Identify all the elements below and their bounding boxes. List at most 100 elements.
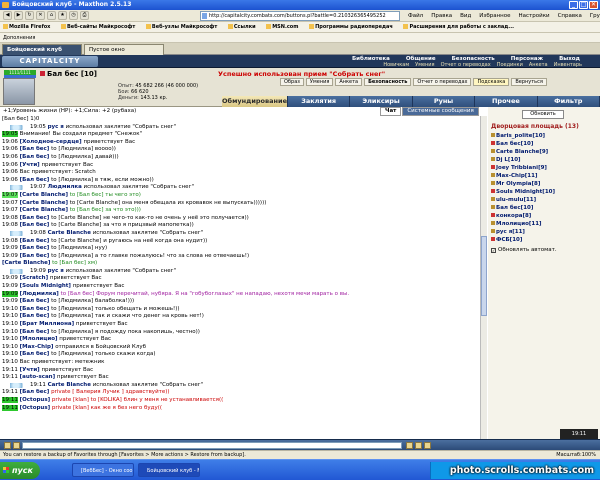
- bookmark-item[interactable]: Веб-узлы Майкрософт: [145, 24, 217, 30]
- message-author[interactable]: [Max-Chip]: [20, 344, 54, 350]
- translit-icon[interactable]: [415, 442, 422, 449]
- menu-edit[interactable]: Правка: [431, 10, 452, 22]
- message-author[interactable]: [Бал бес]: [20, 306, 50, 312]
- message-time[interactable]: 19:11: [2, 366, 18, 373]
- message-author[interactable]: [Бал бес]: [20, 329, 50, 335]
- avatar[interactable]: 1111/1111: [3, 70, 36, 105]
- print-icon[interactable]: ⎙: [80, 11, 89, 20]
- tab-equipment[interactable]: Обмундирование: [222, 96, 288, 107]
- bookmark-item[interactable]: MSN.com: [266, 24, 298, 30]
- message-author[interactable]: [Бал бес]: [20, 222, 50, 228]
- tab-filter[interactable]: Фильтр: [538, 96, 600, 107]
- tab-chat[interactable]: Чат: [380, 107, 402, 116]
- message-time[interactable]: 19:11: [2, 404, 18, 411]
- online-user[interactable]: ulu-mulu[11]: [491, 196, 599, 204]
- history-icon[interactable]: ◷: [69, 11, 78, 20]
- bookmark-item[interactable]: Mozilla Firefox: [3, 24, 50, 30]
- menu-favorites[interactable]: Избранное: [479, 10, 510, 22]
- message-time[interactable]: 19:09: [2, 290, 18, 297]
- message-author[interactable]: [Млолицио]: [20, 336, 58, 342]
- message-author[interactable]: [Холодное-сердце]: [20, 139, 82, 145]
- menu-help[interactable]: Справка: [558, 10, 582, 22]
- chat-input[interactable]: [22, 442, 402, 449]
- addons-button[interactable]: Дополнения: [3, 35, 35, 41]
- message-author[interactable]: [Учти]: [20, 367, 40, 373]
- forward-icon[interactable]: ▶: [14, 11, 23, 20]
- message-author[interactable]: [auto-scan]: [20, 374, 56, 380]
- message-author[interactable]: [Carte Blanche]: [20, 200, 68, 206]
- clear-icon[interactable]: [13, 442, 20, 449]
- bookmark-item[interactable]: Ссылки: [227, 24, 256, 30]
- message-author[interactable]: Людмилка: [48, 184, 82, 190]
- favorites-icon[interactable]: ★: [58, 11, 67, 20]
- hint-button[interactable]: Подсказка: [473, 78, 510, 86]
- message-author[interactable]: [Carte Blanche]: [2, 260, 50, 266]
- message-time[interactable]: 19:07: [2, 199, 18, 206]
- message-time[interactable]: 19:05: [2, 131, 18, 138]
- message-time[interactable]: 19:06: [2, 176, 18, 183]
- message-author[interactable]: [Бал бес]: [20, 215, 50, 221]
- stop-icon[interactable]: ✕: [36, 11, 45, 20]
- message-time[interactable]: 19:10: [2, 305, 18, 312]
- message-author[interactable]: [Octopus]: [20, 405, 51, 411]
- message-time[interactable]: 19:09: [2, 275, 18, 282]
- online-user[interactable]: Joey Tribbiani[9]: [491, 164, 599, 172]
- message-author[interactable]: [Бал бес]: [20, 351, 50, 357]
- bookmark-item[interactable]: Программы радиопередач: [309, 24, 393, 30]
- menu-file[interactable]: Файл: [408, 10, 423, 22]
- message-time[interactable]: 19:08: [2, 237, 18, 244]
- message-author[interactable]: [Carte Blanche]: [20, 207, 68, 213]
- online-user[interactable]: Max-Chip[11]: [491, 172, 599, 180]
- message-time[interactable]: 19:10: [2, 321, 18, 328]
- profile-button[interactable]: Анкета: [335, 78, 363, 86]
- message-author[interactable]: рус я: [48, 268, 64, 274]
- tab-runes[interactable]: Руны: [413, 96, 476, 107]
- message-time[interactable]: 19:10: [2, 359, 18, 365]
- online-user[interactable]: Baris_polite[10]: [491, 132, 599, 140]
- message-time[interactable]: 19:07: [2, 207, 18, 214]
- home-icon[interactable]: ⌂: [47, 11, 56, 20]
- online-user[interactable]: Бал бес[10]: [491, 204, 599, 212]
- message-time[interactable]: 19:06: [2, 161, 18, 168]
- message-time[interactable]: 19:09: [2, 283, 18, 290]
- filter-icon[interactable]: [424, 442, 431, 449]
- back-icon[interactable]: ◀: [3, 11, 12, 20]
- message-author[interactable]: рус я: [48, 124, 64, 130]
- tab-empty[interactable]: Пустое окно: [84, 44, 164, 55]
- online-user[interactable]: Бал бес[10]: [491, 140, 599, 148]
- message-author[interactable]: [Бал бес]: [20, 253, 50, 259]
- bookmark-item[interactable]: Веб-сайты Майкрософт: [61, 24, 135, 30]
- tab-elixirs[interactable]: Эликсиры: [350, 96, 413, 107]
- online-user[interactable]: ФСБ[10]: [491, 236, 599, 244]
- message-time[interactable]: 19:07: [30, 184, 46, 191]
- message-time[interactable]: 19:05: [30, 123, 46, 130]
- image-button[interactable]: Образ: [280, 78, 304, 86]
- send-icon[interactable]: [406, 442, 413, 449]
- menu-settings[interactable]: Настройки: [519, 10, 550, 22]
- message-author[interactable]: [Бал бес]: [20, 245, 50, 251]
- online-user[interactable]: Mr Olympia[8]: [491, 180, 599, 188]
- message-time[interactable]: 19:08: [30, 229, 46, 236]
- message-time[interactable]: 19:07: [2, 191, 18, 198]
- message-author[interactable]: [Бал бес]: [20, 313, 50, 319]
- message-time[interactable]: 19:09: [30, 267, 46, 274]
- message-time[interactable]: 19:09: [2, 245, 18, 252]
- online-user[interactable]: Dj L[10]: [491, 156, 599, 164]
- security-button[interactable]: Безопасность: [364, 78, 412, 86]
- message-author[interactable]: [Carte Blanche]: [20, 192, 68, 198]
- tab-spells[interactable]: Заклятия: [288, 96, 351, 107]
- message-time[interactable]: 19:10: [2, 313, 18, 320]
- message-time[interactable]: 19:09: [2, 298, 18, 305]
- message-time[interactable]: 19:10: [2, 336, 18, 343]
- menu-view[interactable]: Вид: [460, 10, 471, 22]
- address-bar[interactable]: http://capitalcity.combats.com/buttons.p…: [200, 11, 400, 21]
- message-author[interactable]: [Учти]: [20, 162, 40, 168]
- message-author[interactable]: [Брат Миллиона]: [20, 321, 75, 327]
- message-author[interactable]: [Бал бес]: [20, 154, 50, 160]
- message-time[interactable]: 19:11: [2, 396, 18, 403]
- tab-other[interactable]: Прочее: [475, 96, 538, 107]
- message-time[interactable]: 19:06: [2, 138, 18, 145]
- message-time[interactable]: 19:10: [2, 328, 18, 335]
- menu-groups[interactable]: Группы: [590, 10, 600, 22]
- message-author[interactable]: [Бал бес]: [20, 389, 50, 395]
